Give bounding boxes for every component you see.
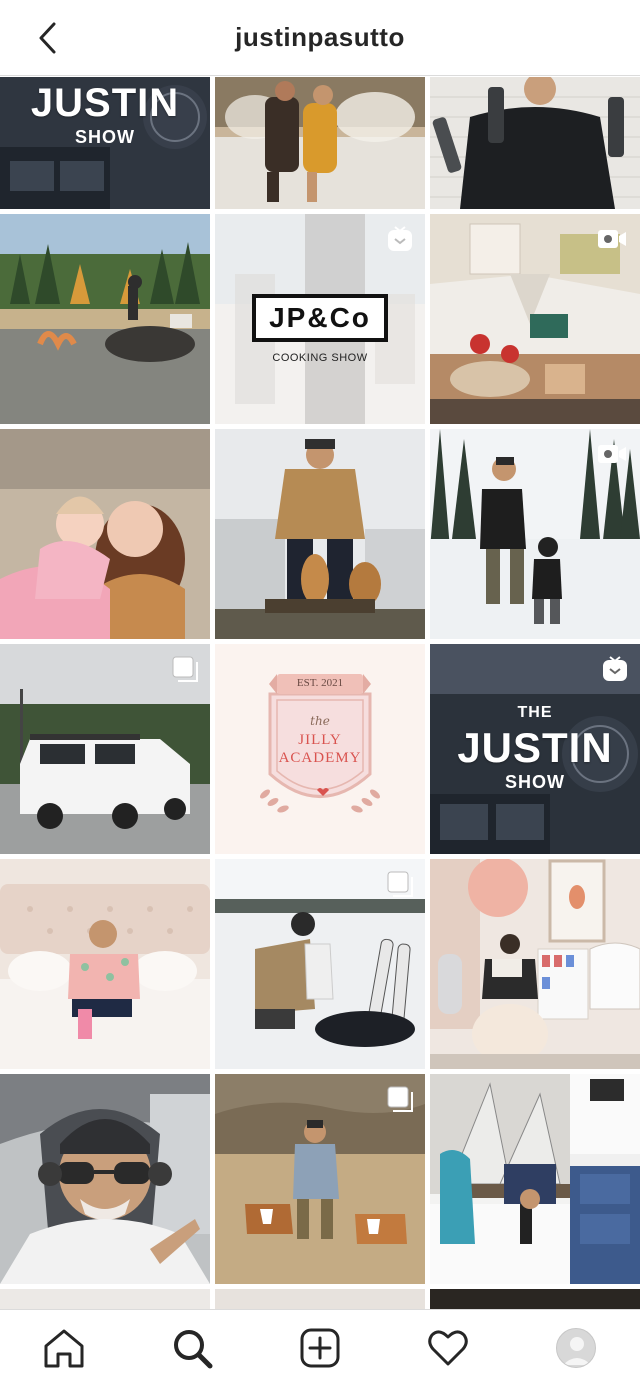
tab-new-post[interactable] [288,1316,352,1380]
post-tile[interactable] [0,429,210,639]
home-icon [44,1329,84,1368]
badge-title-line2: ACADEMY [278,750,362,766]
post-image [430,77,640,209]
show-subtitle: SHOW [75,127,135,147]
post-tile[interactable] [430,1289,640,1309]
post-image [215,77,425,209]
brand-logo: JP&Co [252,294,388,342]
tab-search[interactable] [160,1316,224,1380]
post-tile[interactable] [430,859,640,1069]
igtv-icon [388,226,412,251]
posts-grid: JUSTIN SHOW JP&Co COOKING SHOW EST. 2021… [0,77,640,1309]
chevron-left-icon [39,22,56,54]
post-image [430,1074,640,1284]
post-image [0,214,210,424]
igtv-icon [603,656,627,681]
post-tile[interactable] [215,429,425,639]
post-tile[interactable] [430,77,640,209]
carousel-icon [387,1086,413,1112]
carousel-icon [387,871,413,897]
post-tile[interactable] [215,77,425,209]
post-image [215,429,425,639]
post-tile[interactable] [215,1289,425,1309]
profile-header: justinpasutto [0,0,640,76]
video-icon [598,230,626,248]
tab-activity[interactable] [416,1316,480,1380]
show-subtitle: SHOW [505,772,565,792]
badge-the-label: the [310,714,330,728]
badge-title-line1: JILLY [298,732,342,748]
bottom-tab-bar [0,1309,640,1386]
post-image [0,859,210,1069]
post-tile[interactable] [0,859,210,1069]
profile-username: justinpasutto [235,22,405,52]
avatar-placeholder-icon [563,1337,591,1365]
post-tile[interactable] [430,1074,640,1284]
post-tile[interactable]: THE JUSTIN SHOW [430,644,640,854]
tab-profile[interactable] [544,1316,608,1380]
activity-heart-icon [428,1330,468,1366]
post-tile[interactable]: EST. 2021 the JILLY ACADEMY [215,644,425,854]
post-image [0,1074,210,1284]
carousel-icon [172,656,198,682]
search-icon [174,1330,213,1369]
post-tile[interactable] [215,859,425,1069]
tab-home[interactable] [32,1316,96,1380]
post-tile[interactable] [215,1074,425,1284]
post-image [430,859,640,1069]
post-tile[interactable]: JUSTIN SHOW [0,77,210,209]
post-tile[interactable] [430,429,640,639]
show-kicker: THE [517,704,553,721]
show-title: JUSTIN [30,81,180,125]
profile-avatar [556,1328,596,1368]
post-tile[interactable] [0,644,210,854]
video-icon [598,445,626,463]
show-title: JUSTIN [457,724,613,771]
post-tile[interactable]: JP&Co COOKING SHOW [215,214,425,424]
brand-subtitle: COOKING SHOW [272,352,368,364]
post-tile[interactable] [0,1289,210,1309]
back-button[interactable] [30,20,66,56]
post-image [0,429,210,639]
post-tile[interactable] [430,214,640,424]
post-tile[interactable] [0,214,210,424]
academy-badge-art [260,674,380,813]
new-post-icon [300,1328,340,1368]
badge-est-label: EST. 2021 [296,677,344,689]
post-tile[interactable] [0,1074,210,1284]
